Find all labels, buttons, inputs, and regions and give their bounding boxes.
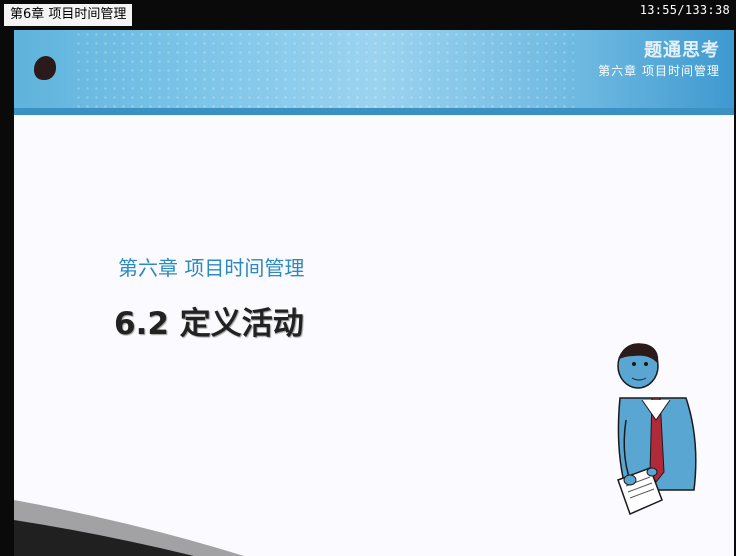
section-heading: 6.2 定义活动 [114, 306, 304, 342]
window-title: 第6章 项目时间管理 [4, 4, 133, 26]
playback-timecode: 13:55/133:38 [639, 3, 730, 17]
video-top-bar: 第6章 项目时间管理 13:55/133:38 [0, 0, 736, 30]
slide-header-banner: 题通思考 第六章 项目时间管理 [14, 30, 734, 115]
brand-logo: 题通思考 [644, 40, 720, 61]
bottom-decoration [14, 500, 244, 556]
ink-blot-icon [34, 56, 56, 80]
banner-divider [14, 108, 734, 115]
chapter-heading: 第六章 项目时间管理 [118, 256, 305, 280]
banner-texture [74, 30, 574, 108]
banner-subtitle: 第六章 项目时间管理 [598, 64, 720, 78]
presentation-slide: 题通思考 第六章 项目时间管理 第六章 项目时间管理 6.2 定义活动 [14, 30, 734, 556]
